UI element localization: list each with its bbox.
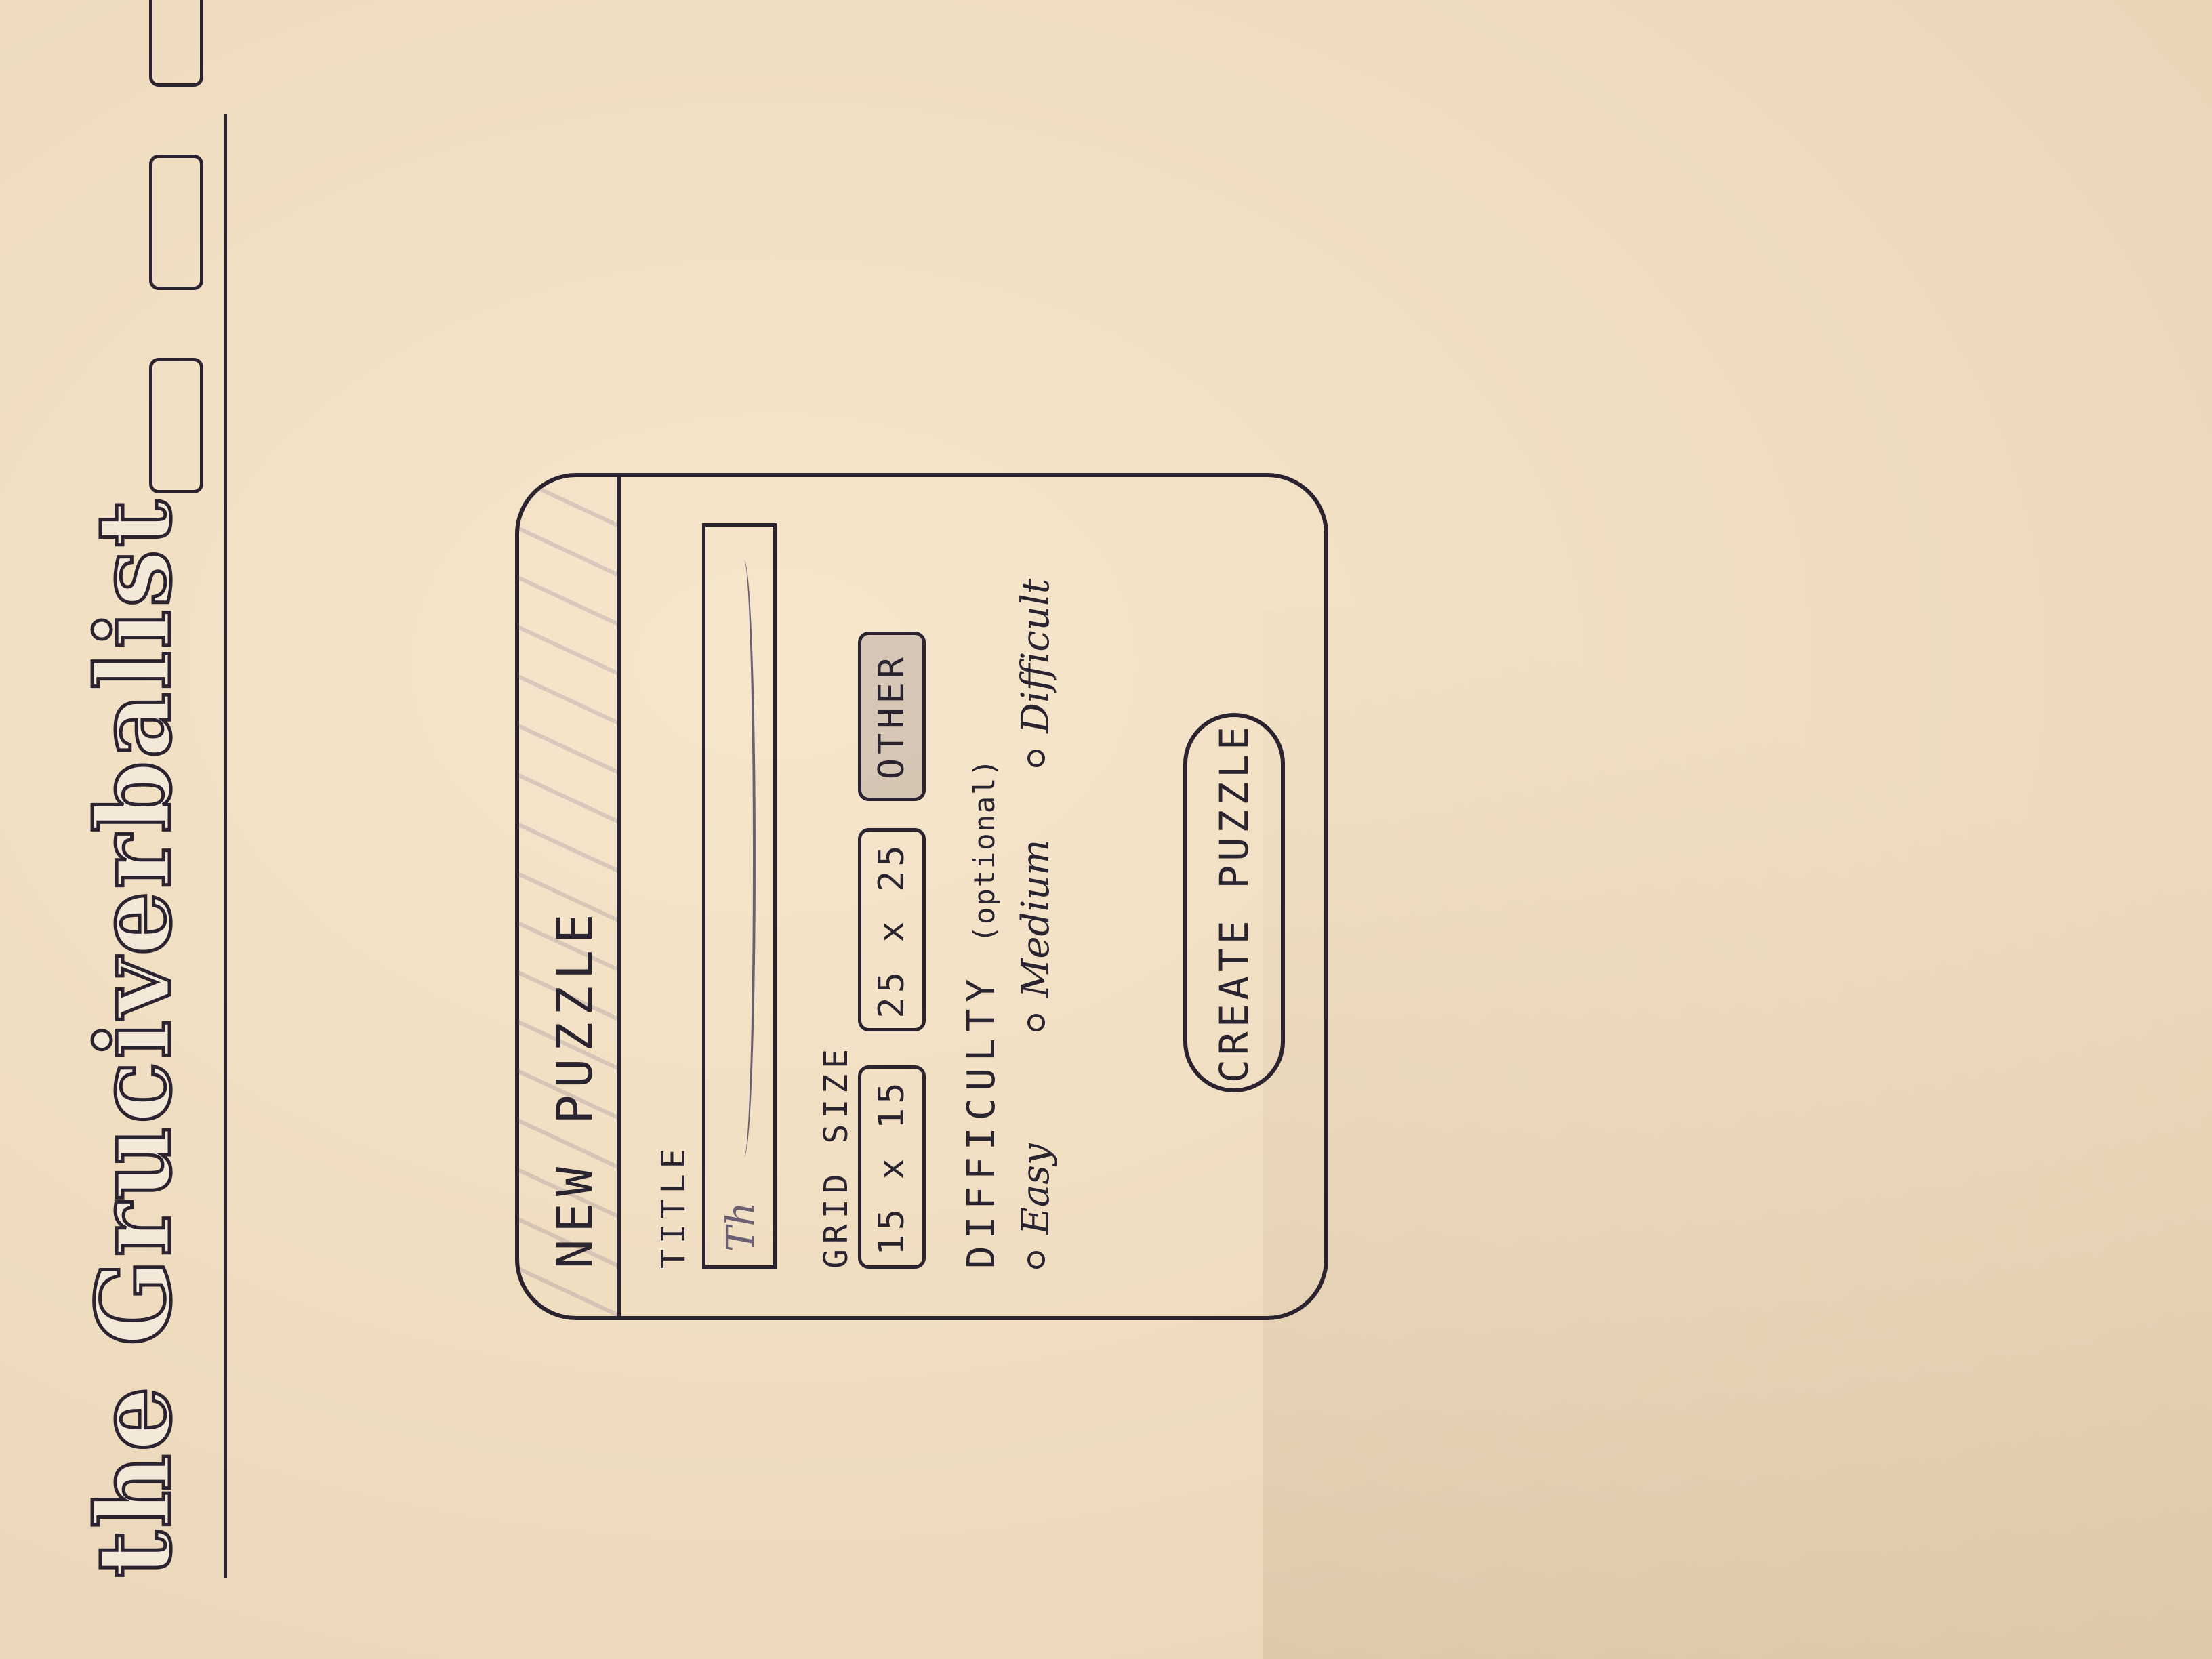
grid-size-option-25[interactable]: 25 x 25 [858,828,926,1031]
radio-circle-icon [1027,1251,1045,1269]
new-puzzle-dialog: NEW PUZZLE TITLE Th GRID SIZE 15 x 15 25… [515,473,1328,1320]
radio-circle-icon [1027,750,1045,767]
grid-size-option-other[interactable]: OTHER [858,632,926,801]
wireframe-sketch: the Gruciverbalist NEW PUZZLE TITLE Th G… [0,0,2212,1659]
create-puzzle-button[interactable]: CREATE PUZZLE [1183,713,1285,1092]
radio-label: Medium [1014,839,1058,998]
dialog-title: NEW PUZZLE [546,907,603,1269]
nav-button-3[interactable] [149,0,203,87]
difficulty-optional-note: (optional) [968,758,1001,943]
difficulty-radio-medium[interactable]: Medium [1014,840,1058,1031]
difficulty-radio-difficult[interactable]: Difficult [1014,579,1058,767]
text-scribble [733,560,756,1157]
title-input[interactable]: Th [702,523,777,1269]
title-label: TITLE [655,1143,693,1269]
app-logo[interactable]: the Gruciverbalist [73,496,196,1580]
difficulty-radio-easy[interactable]: Easy [1014,1143,1058,1269]
radio-label: Difficult [1014,578,1058,733]
title-input-value: Th [719,1202,763,1252]
nav-button-1[interactable] [149,358,203,493]
app-header: the Gruciverbalist [47,0,227,1580]
difficulty-label-text: DIFFICULTY [960,972,1004,1269]
grid-size-label: GRID SIZE [817,1043,855,1269]
radio-label: Easy [1014,1143,1058,1235]
radio-circle-icon [1027,1014,1045,1031]
dialog-header: NEW PUZZLE [519,477,621,1316]
grid-size-option-15[interactable]: 15 x 15 [858,1065,926,1269]
difficulty-label: DIFFICULTY (optional) [960,758,1004,1269]
nav-button-2[interactable] [149,155,203,290]
